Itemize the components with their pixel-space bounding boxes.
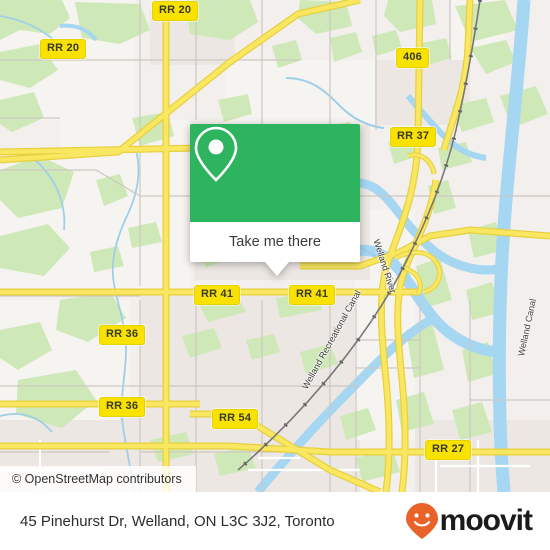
road-shield-rr41-west: RR 41: [194, 285, 241, 305]
road-shield-rr20-west: RR 20: [40, 39, 87, 59]
osm-attribution[interactable]: © OpenStreetMap contributors: [0, 466, 196, 492]
road-shield-rr54: RR 54: [212, 409, 259, 429]
moovit-wordmark: moovit: [439, 504, 533, 537]
location-pin-icon: [194, 126, 238, 182]
road-shield-rr41-east: RR 41: [289, 285, 336, 305]
map-screenshot: RR 20 RR 20 406 RR 37 RR 41 RR 41 RR 36 …: [0, 0, 550, 550]
take-me-there-button[interactable]: Take me there: [190, 222, 360, 262]
map-canvas[interactable]: RR 20 RR 20 406 RR 37 RR 41 RR 41 RR 36 …: [0, 0, 550, 492]
road-shield-rr37: RR 37: [390, 127, 437, 147]
road-shield-rr20-north: RR 20: [152, 1, 199, 21]
road-shield-rr36-upper: RR 36: [99, 325, 146, 345]
osm-attribution-text: © OpenStreetMap contributors: [12, 472, 182, 486]
location-popup-card[interactable]: Take me there: [190, 124, 360, 276]
moovit-smiley-pin-icon: [405, 503, 438, 539]
road-shield-rr27: RR 27: [425, 440, 472, 460]
address-label: 45 Pinehurst Dr, Welland, ON L3C 3J2, To…: [20, 512, 335, 530]
popup-tail: [265, 262, 289, 276]
road-shield-rr36-lower: RR 36: [99, 397, 146, 417]
popup-header: [190, 124, 360, 222]
road-shield-406: 406: [396, 48, 429, 68]
footer-bar: 45 Pinehurst Dr, Welland, ON L3C 3J2, To…: [0, 492, 550, 550]
take-me-there-label: Take me there: [229, 234, 321, 250]
moovit-logo[interactable]: moovit: [405, 502, 533, 540]
